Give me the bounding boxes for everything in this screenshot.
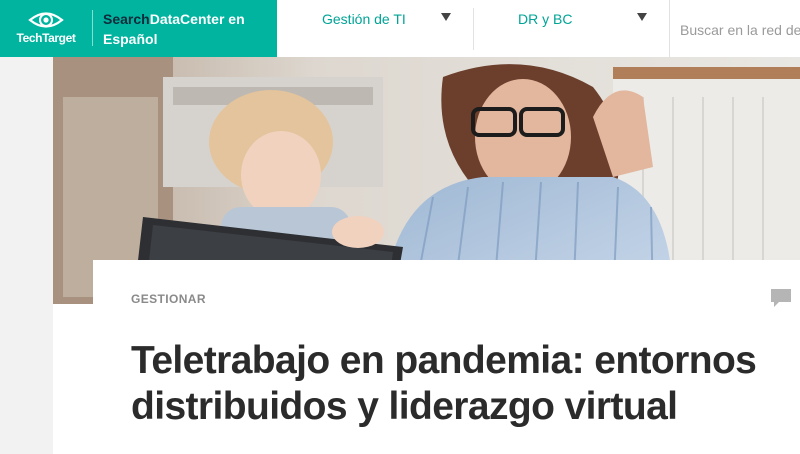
brand-divider xyxy=(92,10,93,46)
eye-logo-icon xyxy=(28,12,64,28)
comment-icon[interactable] xyxy=(770,288,792,308)
nav-item-gestion-de-ti[interactable]: Gestión de TI xyxy=(322,11,406,31)
article-card: GESTIONAR Teletrabajo en pandemia: entor… xyxy=(93,260,800,454)
comment-bubble-icon xyxy=(771,289,791,307)
techtarget-logo[interactable]: TechTarget xyxy=(8,8,84,48)
left-gutter xyxy=(53,304,93,454)
nav-item-dr-y-bc[interactable]: DR y BC xyxy=(518,11,572,31)
site-title-link[interactable]: SearchDataCenter en Español xyxy=(103,9,273,49)
nav-divider xyxy=(473,8,474,50)
article-category[interactable]: GESTIONAR xyxy=(131,292,206,306)
site-title-prefix: Search xyxy=(103,11,150,27)
logo-text: TechTarget xyxy=(16,31,76,45)
chevron-down-icon[interactable] xyxy=(441,13,451,21)
search-box xyxy=(669,0,800,57)
top-nav: Gestión de TI DR y BC xyxy=(277,0,800,57)
search-input[interactable] xyxy=(678,19,800,41)
brand-header: TechTarget SearchDataCenter en Español xyxy=(0,0,277,57)
chevron-down-icon[interactable] xyxy=(637,13,647,21)
article-headline: Teletrabajo en pandemia: entornos distri… xyxy=(131,339,757,428)
